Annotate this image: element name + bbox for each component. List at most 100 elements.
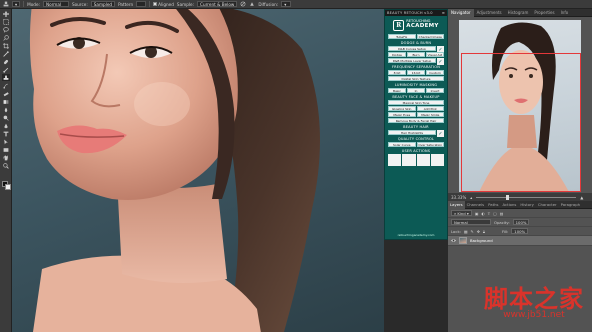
freq-16bit-button[interactable]: 16 bit — [407, 70, 425, 75]
marquee-tool-icon[interactable] — [2, 18, 10, 25]
remove-body-facial-hair-button[interactable]: Remove Body & Facial Hair — [388, 118, 444, 123]
pen-tool-icon[interactable] — [2, 122, 10, 129]
db-curves-setup-button[interactable]: D&B Curves Setup — [388, 46, 436, 51]
brush-tool-icon[interactable] — [2, 66, 10, 73]
add-pink-button[interactable]: Add Pink — [416, 106, 444, 111]
lum-in-button[interactable]: In — [407, 88, 425, 93]
layer-name[interactable]: Background — [470, 238, 493, 243]
lock-paint-icon[interactable]: ✎ — [471, 229, 474, 234]
blend-mode-dropdown[interactable]: Normal — [451, 219, 491, 225]
pattern-picker[interactable] — [136, 1, 147, 8]
quick-select-tool-icon[interactable] — [2, 34, 10, 41]
tab-navigator[interactable]: Navigator — [448, 8, 474, 17]
dodge-tool-icon[interactable] — [2, 114, 10, 121]
eraser-tool-icon[interactable] — [2, 90, 10, 97]
shape-filter-icon[interactable]: ▢ — [493, 211, 497, 216]
panel-footer-link[interactable]: retouchingacademy.com — [385, 233, 447, 237]
visibility-eye-icon[interactable] — [451, 238, 456, 243]
hand-tool-icon[interactable] — [2, 154, 10, 161]
over-saturation-button[interactable]: Over Saturation — [416, 142, 444, 147]
tubefix-button[interactable]: TubeFix — [388, 34, 416, 39]
magical-skin-tone-button[interactable]: Magical Skin Tone — [388, 100, 444, 105]
clone-stamp-tool-icon[interactable] — [2, 74, 10, 81]
freq-8bit-button[interactable]: 8 bit — [388, 70, 406, 75]
dodge-button[interactable]: Dodge — [388, 52, 406, 57]
db-multiple-layer-button[interactable]: D&B Multiple Layer Setup — [388, 58, 436, 63]
gradient-tool-icon[interactable] — [2, 98, 10, 105]
aligned-checkbox[interactable]: Aligned — [153, 1, 174, 8]
burn-button[interactable]: Burn — [407, 52, 425, 57]
digital-skin-texture-button[interactable]: Digital Skin Texture — [388, 76, 444, 81]
clone-stamp-preset-icon[interactable] — [3, 1, 9, 8]
document-canvas[interactable] — [12, 9, 384, 332]
zoom-value[interactable]: 33.33% — [451, 195, 466, 200]
user-action-5-button[interactable] — [388, 160, 402, 166]
tab-actions[interactable]: Actions — [500, 201, 518, 209]
eyedropper-tool-icon[interactable] — [2, 50, 10, 57]
tab-adjustments[interactable]: Adjustments — [474, 9, 505, 17]
type-tool-icon[interactable] — [2, 130, 10, 137]
checked-image-button[interactable]: Checked Image — [416, 34, 444, 39]
lum-invert-button[interactable]: Invert — [426, 88, 444, 93]
glowing-skin-button[interactable]: Glowing Skin — [388, 106, 416, 111]
user-action-7-button[interactable] — [416, 160, 430, 166]
zoom-slider-handle[interactable] — [506, 194, 510, 200]
pixel-filter-icon[interactable]: ▣ — [475, 211, 479, 216]
lock-pixels-icon[interactable]: ▦ — [464, 229, 468, 234]
zoom-slider[interactable] — [476, 194, 577, 200]
zoom-tool-icon[interactable] — [2, 162, 10, 169]
solar-curve-button[interactable]: Solar Curve — [388, 142, 416, 147]
magic-eyes-button[interactable]: Magic Eyes — [388, 112, 416, 117]
mode-dropdown[interactable]: Normal — [42, 1, 69, 8]
healing-brush-tool-icon[interactable] — [2, 58, 10, 65]
pattern-button[interactable]: Pattern — [118, 1, 133, 8]
zoom-in-icon[interactable]: ▲ — [580, 195, 583, 200]
zoom-out-icon[interactable]: ▴ — [470, 195, 472, 200]
tab-character[interactable]: Character — [536, 201, 559, 209]
kind-filter-dropdown[interactable]: ⌕ Kind ▾ — [451, 210, 472, 216]
lasso-tool-icon[interactable] — [2, 26, 10, 33]
background-color-swatch[interactable] — [5, 184, 11, 190]
tab-histogram[interactable]: Histogram — [505, 9, 532, 17]
tab-paragraph[interactable]: Paragraph — [559, 201, 582, 209]
layer-row-background[interactable]: Background — [448, 236, 592, 246]
checkmark-icon[interactable]: ✓ — [437, 58, 444, 65]
user-action-6-button[interactable] — [402, 160, 416, 166]
opacity-field[interactable]: 100% — [512, 219, 530, 225]
user-action-8-button[interactable] — [430, 160, 444, 166]
lum-basic-button[interactable]: Basic — [388, 88, 406, 93]
rectangle-tool-icon[interactable] — [2, 146, 10, 153]
lock-all-icon[interactable]: 🔒︎ — [483, 229, 485, 234]
tab-properties[interactable]: Properties — [531, 9, 557, 17]
panel-menu-icon[interactable]: ≡ — [442, 11, 445, 15]
path-select-tool-icon[interactable] — [2, 138, 10, 145]
lock-position-icon[interactable]: ✥ — [477, 229, 480, 234]
tab-layers[interactable]: Layers — [448, 200, 465, 209]
freq-custom-button[interactable]: Custom — [426, 70, 444, 75]
crop-tool-icon[interactable] — [2, 42, 10, 49]
navigator-view-box[interactable] — [461, 53, 581, 192]
tab-channels[interactable]: Channels — [465, 201, 487, 209]
adjustment-filter-icon[interactable]: ◐ — [481, 211, 484, 216]
blur-tool-icon[interactable] — [2, 106, 10, 113]
diffusion-field[interactable]: ▾ — [281, 1, 292, 8]
ignore-adjustment-icon[interactable] — [240, 1, 246, 8]
tab-info[interactable]: Info — [558, 9, 572, 17]
pressure-icon[interactable] — [249, 1, 255, 8]
brush-size-field[interactable]: ▾ — [12, 1, 21, 8]
move-tool-icon[interactable] — [2, 10, 10, 17]
sample-dropdown[interactable]: Current & Below — [197, 1, 238, 8]
hair-highlights-button[interactable]: Hair Highlights — [388, 130, 436, 135]
history-brush-tool-icon[interactable] — [2, 82, 10, 89]
tab-history[interactable]: History — [518, 201, 536, 209]
magic-smile-button[interactable]: Magic Smile — [416, 112, 444, 117]
frequency-separation-heading: FREQUENCY SEPARATION — [391, 65, 441, 69]
fill-field[interactable]: 100% — [511, 228, 529, 234]
visual-aid-button[interactable]: Visual Aid — [426, 52, 444, 57]
tab-paths[interactable]: Paths — [486, 201, 500, 209]
checkmark-icon[interactable]: ✓ — [437, 130, 444, 137]
type-filter-icon[interactable]: T — [488, 211, 490, 216]
bp-row-face1: Glowing Skin Add Pink — [388, 106, 444, 111]
smart-object-filter-icon[interactable]: ▤ — [500, 211, 504, 216]
sampled-button[interactable]: Sampled — [90, 1, 116, 8]
